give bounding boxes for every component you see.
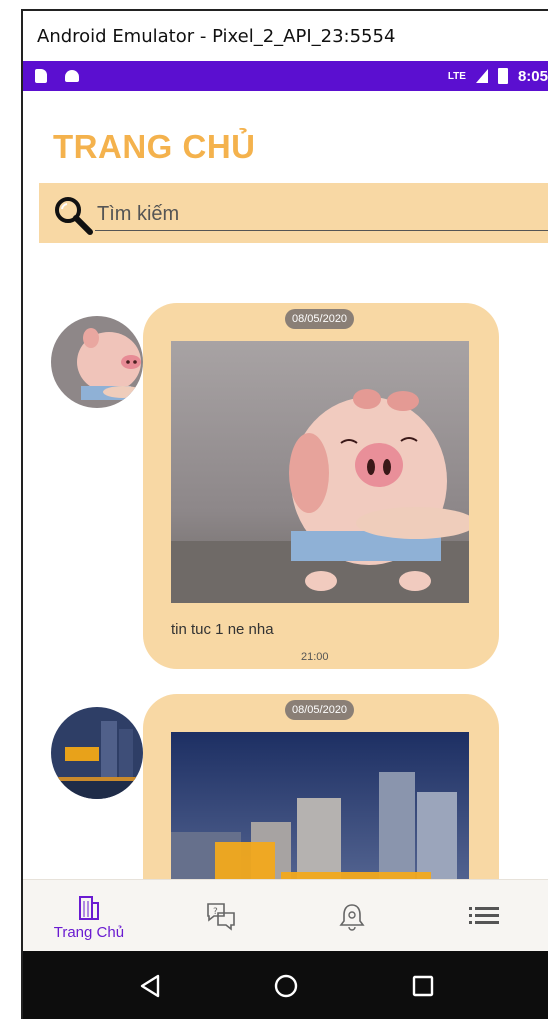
nav-label-home: Trang Chủ xyxy=(53,923,125,941)
bell-icon xyxy=(339,903,365,931)
bottom-navigation: Trang Chủ ? xyxy=(23,879,548,951)
recents-icon[interactable] xyxy=(412,975,434,997)
emulator-window: Android Emulator - Pixel_2_API_23:5554 L… xyxy=(21,9,548,1019)
battery-icon xyxy=(497,68,508,84)
haven-logo-avatar-icon[interactable] xyxy=(51,707,143,799)
sd-card-icon xyxy=(35,69,47,83)
city-buildings-photo-icon[interactable] xyxy=(171,732,469,879)
search-icon[interactable] xyxy=(53,195,93,235)
nav-item-home[interactable]: Trang Chủ xyxy=(23,880,155,951)
svg-text:?: ? xyxy=(213,907,218,917)
android-status-bar: LTE 8:05 xyxy=(23,61,548,91)
page-title: TRANG CHỦ xyxy=(53,128,256,165)
post-text: tin tuc 1 ne nha xyxy=(171,621,274,638)
feed-post[interactable]: 08/05/2020 xyxy=(23,303,548,673)
pig-avatar-icon[interactable] xyxy=(51,316,143,408)
app-screen: TRANG CHỦ Tìm kiếm 08/05/2020 tin tuc 1 … xyxy=(23,91,548,879)
android-debug-icon xyxy=(65,70,79,82)
nav-item-menu[interactable] xyxy=(418,880,548,951)
window-title: Android Emulator - Pixel_2_API_23:5554 xyxy=(23,11,548,61)
lte-signal-icon: LTE xyxy=(447,70,466,82)
menu-list-icon xyxy=(469,906,500,924)
nav-item-notifications[interactable] xyxy=(287,880,419,951)
pig-photo-icon[interactable] xyxy=(171,341,469,603)
post-date-badge: 08/05/2020 xyxy=(285,309,355,329)
search-input[interactable] xyxy=(95,199,548,231)
post-bubble: 08/05/2020 xyxy=(143,303,499,669)
search-bar xyxy=(39,183,548,243)
back-icon[interactable] xyxy=(139,974,161,998)
post-bubble: 08/05/2020 xyxy=(143,694,499,879)
post-date-badge: 08/05/2020 xyxy=(285,700,355,720)
post-time: 21:00 xyxy=(301,651,329,663)
clock: 8:05 xyxy=(517,67,548,85)
signal-icon xyxy=(475,69,488,83)
building-icon xyxy=(78,895,99,920)
home-icon[interactable] xyxy=(273,973,299,999)
chat-question-icon: ? xyxy=(206,902,235,931)
feed-post[interactable]: 08/05/2020 xyxy=(23,694,548,879)
nav-item-messages[interactable]: ? xyxy=(155,880,287,951)
system-navigation-bar xyxy=(23,951,548,1019)
